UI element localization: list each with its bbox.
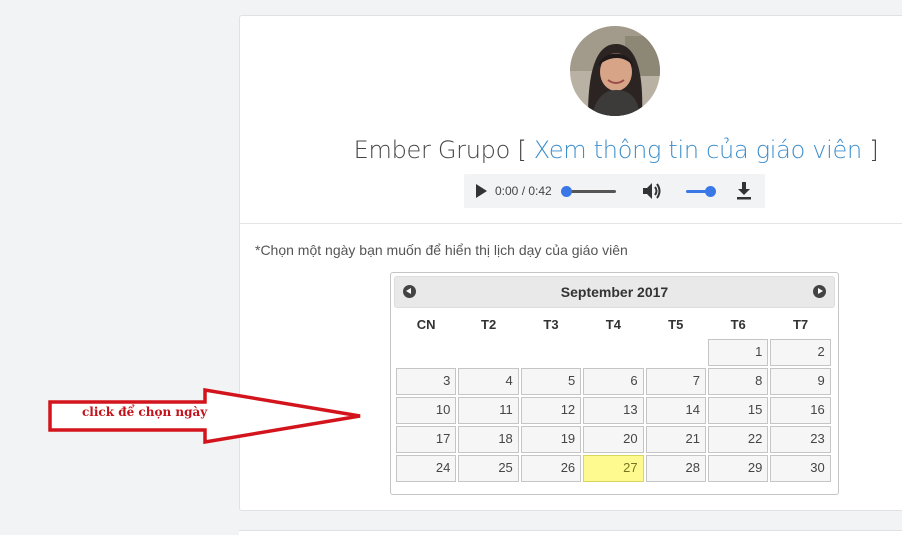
day-cell[interactable]: 28 bbox=[645, 455, 706, 482]
day-cell[interactable]: 22 bbox=[707, 426, 769, 453]
month-title: September 2017 bbox=[560, 284, 669, 300]
day-cell[interactable]: 14 bbox=[645, 397, 706, 424]
weekday-label: T2 bbox=[481, 317, 497, 332]
day-cell-highlighted[interactable]: 27 bbox=[583, 455, 644, 482]
day-cell[interactable]: 2 bbox=[770, 339, 831, 366]
day-cell[interactable]: 26 bbox=[520, 455, 582, 482]
datepicker: September 2017 CN T2 T3 T4 T5 T6 T7 1234567891… bbox=[390, 272, 839, 495]
empty-day-cell bbox=[458, 339, 518, 366]
day-cell[interactable]: 5 bbox=[520, 368, 582, 395]
empty-day-cell bbox=[583, 339, 643, 366]
section-divider bbox=[240, 223, 902, 224]
day-cell[interactable]: 30 bbox=[770, 455, 831, 482]
day-cell[interactable]: 23 bbox=[770, 426, 831, 453]
day-cell[interactable]: 19 bbox=[520, 426, 582, 453]
day-cell[interactable]: 20 bbox=[583, 426, 644, 453]
day-cell[interactable]: 17 bbox=[396, 426, 457, 453]
next-card-edge bbox=[239, 530, 902, 535]
play-icon[interactable] bbox=[476, 184, 487, 198]
day-cell[interactable]: 11 bbox=[458, 397, 519, 424]
day-cell[interactable]: 29 bbox=[707, 455, 769, 482]
next-month-icon[interactable] bbox=[813, 285, 826, 298]
volume-knob[interactable] bbox=[704, 185, 716, 197]
bracket-close: ] bbox=[869, 136, 879, 164]
instruction-text: *Chọn một ngày bạn muốn để hiển thị lịch… bbox=[255, 242, 628, 258]
day-cell[interactable]: 12 bbox=[520, 397, 582, 424]
day-cell[interactable]: 9 bbox=[770, 368, 831, 395]
day-cell[interactable]: 4 bbox=[458, 368, 519, 395]
volume-slider[interactable] bbox=[685, 185, 716, 197]
audio-time: 0:00 / 0:42 bbox=[495, 184, 552, 198]
download-icon[interactable] bbox=[736, 182, 752, 200]
weekday-label: T4 bbox=[605, 317, 621, 332]
day-cell[interactable]: 7 bbox=[645, 368, 706, 395]
empty-day-cell bbox=[396, 339, 456, 366]
day-cell[interactable]: 25 bbox=[458, 455, 519, 482]
day-cell[interactable]: 24 bbox=[396, 455, 457, 482]
day-cell[interactable]: 16 bbox=[770, 397, 831, 424]
day-cell[interactable]: 13 bbox=[583, 397, 644, 424]
day-cell[interactable]: 3 bbox=[396, 368, 457, 395]
audio-player: 0:00 / 0:42 bbox=[464, 174, 765, 208]
view-teacher-info-link[interactable]: Xem thông tin của giáo viên bbox=[534, 136, 862, 164]
teacher-avatar bbox=[570, 26, 660, 116]
day-cell[interactable]: 8 bbox=[707, 368, 769, 395]
audio-progress-knob[interactable] bbox=[560, 185, 572, 197]
teacher-name-line: Ember Grupo [ Xem thông tin của giáo viê… bbox=[240, 136, 902, 164]
empty-day-cell bbox=[521, 339, 581, 366]
audio-progress-slider[interactable] bbox=[560, 185, 616, 197]
teacher-name: Ember Grupo bbox=[353, 136, 511, 164]
day-cell[interactable]: 1 bbox=[707, 339, 769, 366]
day-cell[interactable]: 18 bbox=[458, 426, 519, 453]
annotation-label: click để chọn ngày bbox=[82, 405, 208, 419]
datepicker-header: September 2017 bbox=[394, 276, 835, 308]
days-grid: 1 2 3 4 5 6 7 8 9 10 11 12 13 14 15 16 17 18 19 20 21 22 23 24 2… bbox=[395, 338, 835, 483]
day-cell[interactable]: 10 bbox=[396, 397, 457, 424]
day-cell[interactable]: 21 bbox=[645, 426, 706, 453]
weekday-label: T3 bbox=[543, 317, 559, 332]
volume-icon[interactable] bbox=[642, 182, 662, 200]
weekday-label: CN bbox=[416, 317, 436, 332]
weekday-label: T6 bbox=[730, 317, 746, 332]
day-cell[interactable]: 6 bbox=[583, 368, 644, 395]
empty-day-cell bbox=[646, 339, 706, 366]
day-cell[interactable]: 15 bbox=[707, 397, 769, 424]
weekday-label: T5 bbox=[668, 317, 684, 332]
weekday-header-row: CN T2 T3 T4 T5 T6 T7 bbox=[395, 314, 835, 338]
weekday-label: T7 bbox=[792, 317, 809, 332]
